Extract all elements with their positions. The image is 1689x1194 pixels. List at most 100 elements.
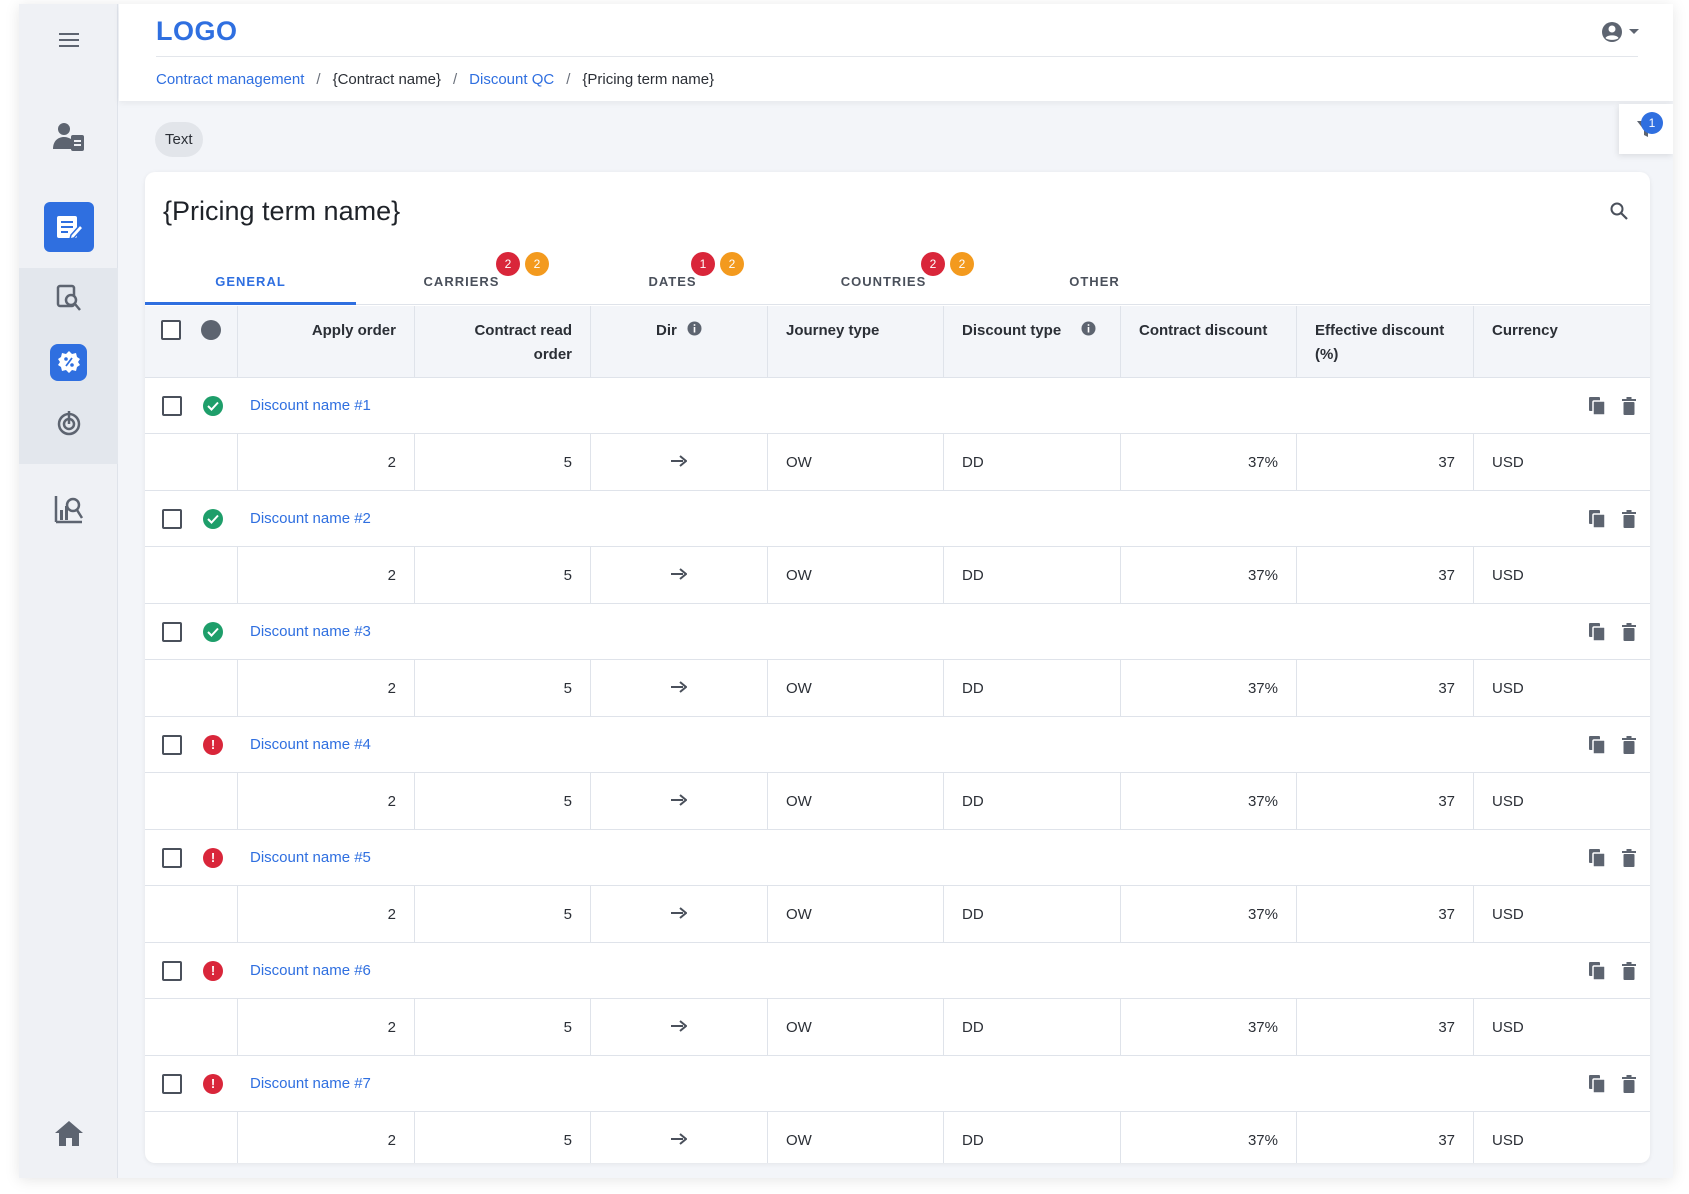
column-header-currency[interactable]: Currency bbox=[1474, 306, 1650, 377]
discount-name-link[interactable]: Discount name #6 bbox=[250, 962, 371, 979]
journey-type-cell[interactable]: OW bbox=[768, 999, 944, 1055]
direction-cell[interactable] bbox=[591, 1112, 768, 1163]
apply-order-cell[interactable]: 2 bbox=[238, 547, 415, 603]
column-header-contract-read-order[interactable]: Contract read order bbox=[415, 306, 591, 377]
copy-icon[interactable] bbox=[1588, 396, 1606, 416]
info-icon[interactable] bbox=[1081, 321, 1096, 336]
contract-discount-cell[interactable]: 37% bbox=[1121, 999, 1297, 1055]
discount-name-link[interactable]: Discount name #4 bbox=[250, 736, 371, 753]
journey-type-cell[interactable]: OW bbox=[768, 1112, 944, 1163]
effective-discount-cell[interactable]: 37 bbox=[1297, 660, 1474, 716]
sidebar-item-discounts[interactable] bbox=[19, 337, 118, 387]
copy-icon[interactable] bbox=[1588, 509, 1606, 529]
delete-icon[interactable] bbox=[1622, 622, 1636, 641]
discount-name-link[interactable]: Discount name #7 bbox=[250, 1075, 371, 1092]
effective-discount-cell[interactable]: 37 bbox=[1297, 773, 1474, 829]
discount-type-cell[interactable]: DD bbox=[944, 434, 1121, 490]
effective-discount-cell[interactable]: 37 bbox=[1297, 999, 1474, 1055]
filter-button[interactable]: 1 bbox=[1619, 104, 1673, 154]
effective-discount-cell[interactable]: 37 bbox=[1297, 1112, 1474, 1163]
direction-cell[interactable] bbox=[591, 886, 768, 942]
direction-cell[interactable] bbox=[591, 660, 768, 716]
select-all-checkbox[interactable] bbox=[161, 320, 181, 340]
contract-discount-cell[interactable]: 37% bbox=[1121, 547, 1297, 603]
breadcrumb-discount-qc[interactable]: Discount QC bbox=[469, 71, 554, 88]
discount-name-link[interactable]: Discount name #5 bbox=[250, 849, 371, 866]
direction-cell[interactable] bbox=[591, 547, 768, 603]
tab-countries[interactable]: COUNTRIES 2 2 bbox=[778, 252, 989, 305]
contract-discount-cell[interactable]: 37% bbox=[1121, 1112, 1297, 1163]
currency-cell[interactable]: USD bbox=[1474, 999, 1650, 1055]
copy-icon[interactable] bbox=[1588, 622, 1606, 642]
user-menu[interactable] bbox=[1601, 21, 1639, 43]
effective-discount-cell[interactable]: 37 bbox=[1297, 547, 1474, 603]
direction-cell[interactable] bbox=[591, 999, 768, 1055]
currency-cell[interactable]: USD bbox=[1474, 660, 1650, 716]
currency-cell[interactable]: USD bbox=[1474, 547, 1650, 603]
apply-order-cell[interactable]: 2 bbox=[238, 434, 415, 490]
currency-cell[interactable]: USD bbox=[1474, 886, 1650, 942]
row-checkbox[interactable] bbox=[162, 847, 182, 868]
column-header-dir[interactable]: Dir bbox=[591, 306, 768, 377]
apply-order-cell[interactable]: 2 bbox=[238, 999, 415, 1055]
apply-order-cell[interactable]: 2 bbox=[238, 773, 415, 829]
contract-read-order-cell[interactable]: 5 bbox=[415, 1112, 591, 1163]
row-checkbox[interactable] bbox=[162, 508, 182, 529]
discount-name-link[interactable]: Discount name #3 bbox=[250, 623, 371, 640]
effective-discount-cell[interactable]: 37 bbox=[1297, 434, 1474, 490]
copy-icon[interactable] bbox=[1588, 1074, 1606, 1094]
search-document-icon[interactable] bbox=[19, 273, 118, 323]
copy-icon[interactable] bbox=[1588, 848, 1606, 868]
text-chip[interactable]: Text bbox=[155, 122, 203, 157]
row-checkbox[interactable] bbox=[162, 1073, 182, 1094]
discount-type-cell[interactable]: DD bbox=[944, 1112, 1121, 1163]
contract-read-order-cell[interactable]: 5 bbox=[415, 660, 591, 716]
delete-icon[interactable] bbox=[1622, 1074, 1636, 1093]
journey-type-cell[interactable]: OW bbox=[768, 886, 944, 942]
column-header-discount-type[interactable]: Discount type bbox=[944, 306, 1121, 377]
currency-cell[interactable]: USD bbox=[1474, 773, 1650, 829]
contract-discount-cell[interactable]: 37% bbox=[1121, 886, 1297, 942]
contract-discount-cell[interactable]: 37% bbox=[1121, 773, 1297, 829]
column-header-contract-discount[interactable]: Contract discount bbox=[1121, 306, 1297, 377]
tab-dates[interactable]: DATES 1 2 bbox=[567, 252, 778, 305]
delete-icon[interactable] bbox=[1622, 961, 1636, 980]
row-checkbox[interactable] bbox=[162, 734, 182, 755]
contract-read-order-cell[interactable]: 5 bbox=[415, 773, 591, 829]
info-icon[interactable] bbox=[687, 321, 702, 336]
contract-read-order-cell[interactable]: 5 bbox=[415, 547, 591, 603]
contract-read-order-cell[interactable]: 5 bbox=[415, 434, 591, 490]
discount-type-cell[interactable]: DD bbox=[944, 999, 1121, 1055]
discount-name-link[interactable]: Discount name #1 bbox=[250, 397, 371, 414]
contract-discount-cell[interactable]: 37% bbox=[1121, 434, 1297, 490]
direction-cell[interactable] bbox=[591, 773, 768, 829]
column-header-journey-type[interactable]: Journey type bbox=[768, 306, 944, 377]
copy-icon[interactable] bbox=[1588, 961, 1606, 981]
tab-carriers[interactable]: CARRIERS 2 2 bbox=[356, 252, 567, 305]
currency-cell[interactable]: USD bbox=[1474, 434, 1650, 490]
currency-cell[interactable]: USD bbox=[1474, 1112, 1650, 1163]
delete-icon[interactable] bbox=[1622, 509, 1636, 528]
sidebar-item-contracts[interactable] bbox=[19, 202, 118, 252]
contract-discount-cell[interactable]: 37% bbox=[1121, 660, 1297, 716]
tab-general[interactable]: GENERAL bbox=[145, 252, 356, 305]
contract-read-order-cell[interactable]: 5 bbox=[415, 999, 591, 1055]
row-checkbox[interactable] bbox=[162, 395, 182, 416]
delete-icon[interactable] bbox=[1622, 735, 1636, 754]
user-clipboard-icon[interactable] bbox=[19, 112, 118, 162]
column-header-effective-discount[interactable]: Effective discount (%) bbox=[1297, 306, 1474, 377]
discount-name-link[interactable]: Discount name #2 bbox=[250, 510, 371, 527]
column-header-apply-order[interactable]: Apply order bbox=[238, 306, 415, 377]
chart-search-icon[interactable] bbox=[19, 484, 118, 534]
apply-order-cell[interactable]: 2 bbox=[238, 660, 415, 716]
home-icon[interactable] bbox=[19, 1108, 118, 1158]
breadcrumb-contract-management[interactable]: Contract management bbox=[156, 71, 304, 88]
row-checkbox[interactable] bbox=[162, 960, 182, 981]
delete-icon[interactable] bbox=[1622, 396, 1636, 415]
menu-icon[interactable] bbox=[19, 15, 118, 65]
effective-discount-cell[interactable]: 37 bbox=[1297, 886, 1474, 942]
target-icon[interactable] bbox=[19, 398, 118, 448]
delete-icon[interactable] bbox=[1622, 848, 1636, 867]
apply-order-cell[interactable]: 2 bbox=[238, 886, 415, 942]
tab-other[interactable]: OTHER bbox=[989, 252, 1200, 305]
